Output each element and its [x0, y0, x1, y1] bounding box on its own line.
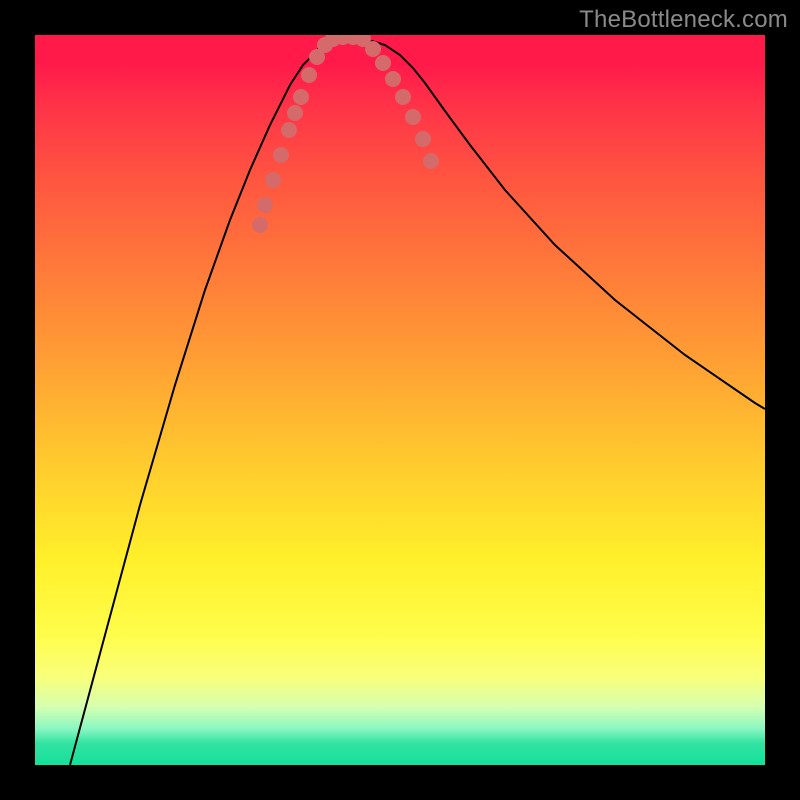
data-dot [287, 105, 303, 121]
data-dot [415, 131, 431, 147]
data-dot [293, 89, 309, 105]
data-dot [365, 41, 381, 57]
chart-stage: TheBottleneck.com [0, 0, 800, 800]
data-dot [405, 109, 421, 125]
data-dot [273, 147, 289, 163]
data-dot [423, 153, 439, 169]
data-dot [265, 172, 281, 188]
data-dot [375, 55, 391, 71]
data-dot [252, 217, 268, 233]
curve-left [70, 37, 335, 765]
curve-layer [35, 35, 765, 765]
data-dot [301, 67, 317, 83]
data-dot [395, 89, 411, 105]
plot-area [35, 35, 765, 765]
data-dot [281, 122, 297, 138]
watermark-text: TheBottleneck.com [579, 6, 788, 34]
data-dot [385, 71, 401, 87]
data-dot [257, 197, 273, 213]
